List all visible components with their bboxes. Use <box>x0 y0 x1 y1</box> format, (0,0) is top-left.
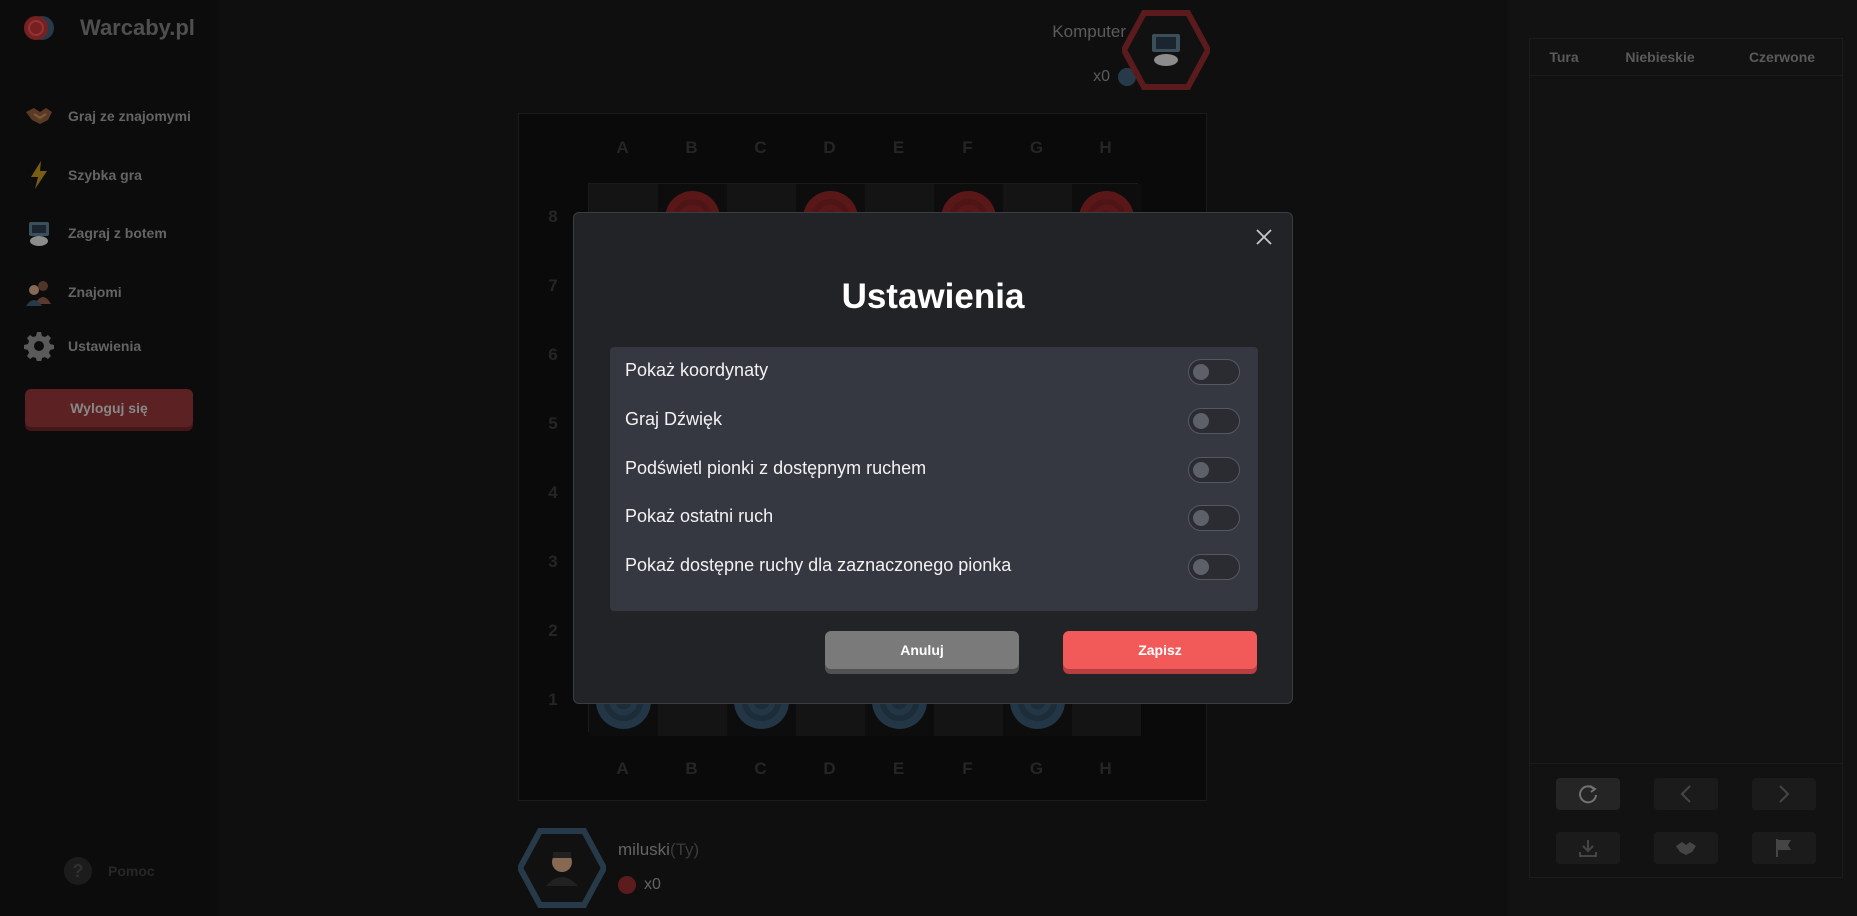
setting-label: Podświetl pionki z dostępnym ruchem <box>625 458 927 478</box>
cancel-button[interactable]: Anuluj <box>825 631 1019 669</box>
setting-row-sound: Graj Dźwięk <box>610 396 1258 445</box>
setting-row-last-move: Pokaż ostatni ruch <box>610 493 1258 542</box>
setting-label: Pokaż dostępne ruchy dla zaznaczonego pi… <box>625 555 1012 575</box>
toggle-knob <box>1193 559 1209 575</box>
setting-row-coordinates: Pokaż koordynaty <box>610 347 1258 396</box>
toggle-show-available-moves[interactable] <box>1188 554 1240 580</box>
modal-title: Ustawienia <box>841 277 1025 316</box>
toggle-show-last-move[interactable] <box>1188 505 1240 531</box>
setting-label: Pokaż koordynaty <box>625 360 769 380</box>
save-button[interactable]: Zapisz <box>1063 631 1257 669</box>
close-button[interactable] <box>1250 223 1278 251</box>
toggle-knob <box>1193 462 1209 478</box>
toggle-highlight-movable[interactable] <box>1188 457 1240 483</box>
toggle-knob <box>1193 364 1209 380</box>
settings-modal: Ustawienia Pokaż koordynaty Graj Dźwięk … <box>573 212 1293 704</box>
toggle-knob <box>1193 510 1209 526</box>
setting-row-highlight-movable: Podświetl pionki z dostępnym ruchem <box>610 445 1258 494</box>
setting-label: Graj Dźwięk <box>625 409 723 429</box>
settings-list: Pokaż koordynaty Graj Dźwięk Podświetl p… <box>610 347 1258 611</box>
toggle-show-coordinates[interactable] <box>1188 359 1240 385</box>
setting-label: Pokaż ostatni ruch <box>625 506 774 526</box>
setting-row-available-moves: Pokaż dostępne ruchy dla zaznaczonego pi… <box>610 542 1258 591</box>
close-icon <box>1256 229 1272 245</box>
toggle-knob <box>1193 413 1209 429</box>
toggle-play-sound[interactable] <box>1188 408 1240 434</box>
